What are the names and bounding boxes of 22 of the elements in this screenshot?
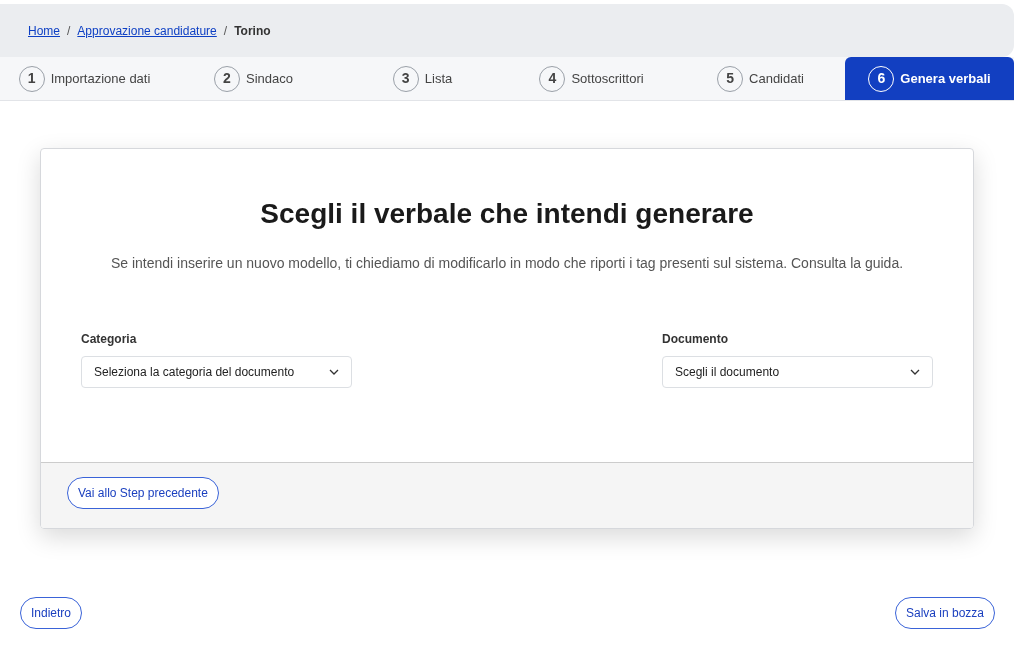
select-field[interactable]: Seleziona la categoria del documento xyxy=(81,356,352,388)
breadcrumb-link[interactable]: Approvazione candidature xyxy=(77,21,217,40)
step-tab[interactable]: 3 Lista xyxy=(338,57,507,100)
breadcrumb-separator: / xyxy=(67,22,71,40)
card-description: Se intendi inserire un nuovo modello, ti chiediamo di modificarlo in modo che riporti i tag presenti sul sistema. Consulta la guida. xyxy=(109,254,905,273)
chevron-down-icon xyxy=(910,369,920,375)
breadcrumb-link[interactable]: Home xyxy=(28,21,60,40)
field-label: Categoria xyxy=(81,331,138,348)
back-button[interactable]: Indietro xyxy=(20,597,83,629)
step-tab[interactable]: 1 Importazione dati xyxy=(0,57,169,100)
field-label: Documento xyxy=(662,331,729,348)
breadcrumb-current: Torino xyxy=(234,22,271,40)
step-tab[interactable]: 5 Candidati xyxy=(676,57,845,100)
card-title: Scegli il verbale che intendi generare xyxy=(259,197,755,231)
save-draft-button[interactable]: Salva in bozza xyxy=(894,597,995,629)
chevron-down-icon xyxy=(329,369,339,375)
breadcrumb-separator: / xyxy=(223,22,228,40)
step-tab[interactable]: 6 Genera verbali xyxy=(845,57,1014,100)
step-tab[interactable]: 2 Sindaco xyxy=(169,57,338,100)
select-field[interactable]: Scegli il documento xyxy=(662,356,933,388)
previous-step-button[interactable]: Vai allo Step precedente xyxy=(67,477,219,509)
step-tab[interactable]: 4 Sottoscrittori xyxy=(507,57,676,100)
